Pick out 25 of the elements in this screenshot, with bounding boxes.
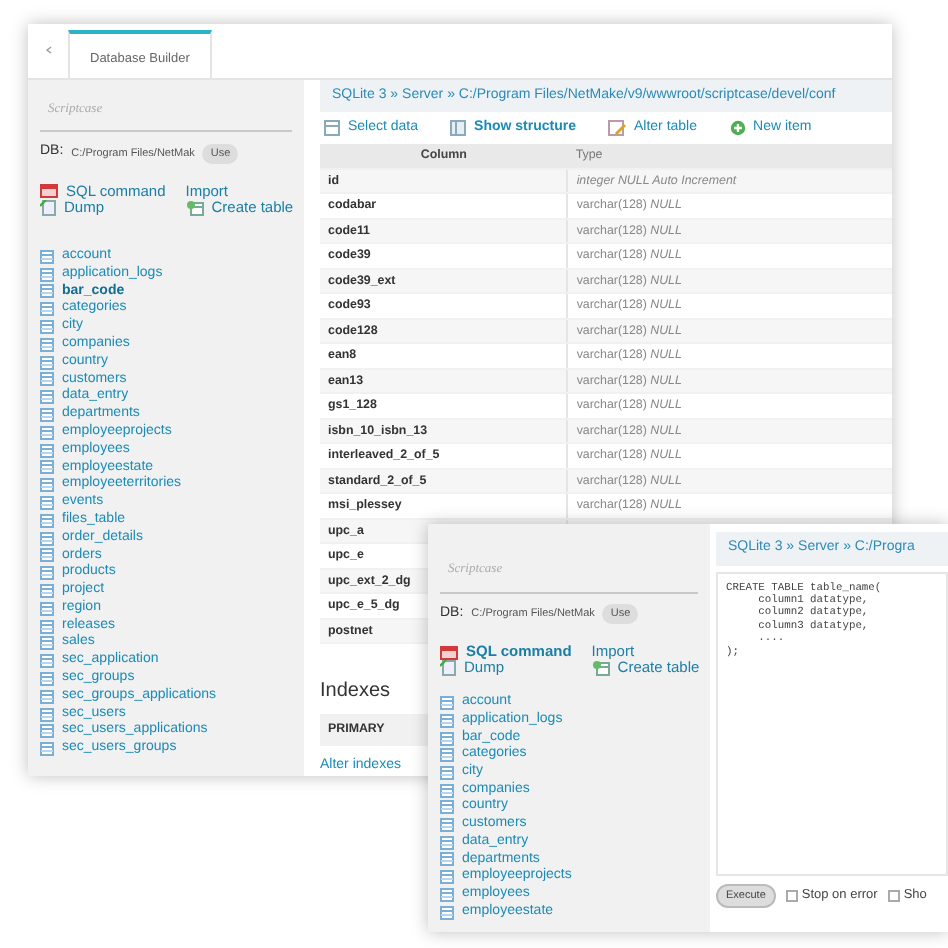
table-icon bbox=[40, 742, 54, 757]
table-icon bbox=[40, 478, 54, 493]
table-icon bbox=[40, 249, 54, 264]
table-edit-icon bbox=[607, 120, 626, 137]
table-icon bbox=[440, 731, 454, 745]
table-icon bbox=[40, 601, 54, 616]
table-icon bbox=[40, 513, 54, 528]
table-add-icon bbox=[185, 199, 204, 216]
table-icon bbox=[40, 302, 54, 317]
table-icon bbox=[324, 120, 340, 137]
plus-circle-icon bbox=[729, 120, 746, 137]
table-icon bbox=[40, 689, 54, 704]
window-icon bbox=[440, 645, 458, 660]
window-icon bbox=[40, 184, 58, 199]
table-icon bbox=[450, 120, 467, 137]
section-heading: Indexes bbox=[320, 678, 391, 707]
checkbox[interactable] bbox=[785, 889, 798, 902]
table-icon bbox=[440, 905, 454, 920]
document-icon bbox=[440, 660, 456, 677]
document-icon bbox=[40, 199, 56, 216]
table-add-icon bbox=[591, 660, 610, 677]
table-icon bbox=[40, 390, 54, 405]
table-icon bbox=[40, 496, 54, 510]
chevron-icon bbox=[45, 46, 51, 55]
checkbox[interactable] bbox=[887, 889, 900, 902]
